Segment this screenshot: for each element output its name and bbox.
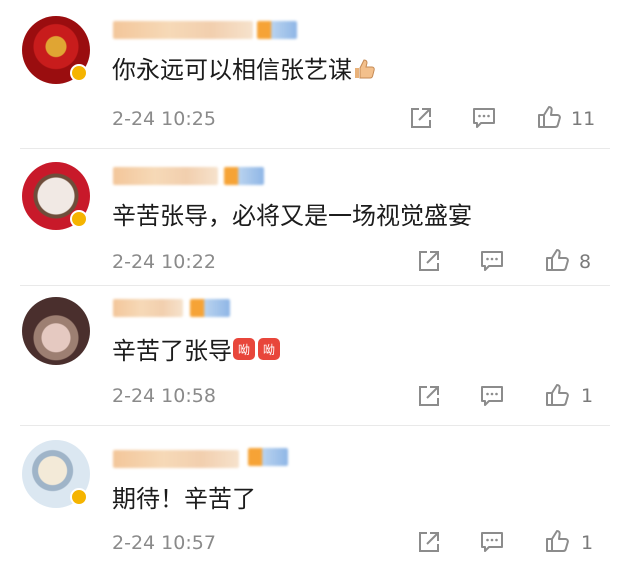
share-icon [419,532,439,552]
comment-button[interactable] [479,248,505,274]
comment-text: 辛苦张导，必将又是一场视觉盛宴 [112,202,472,230]
like-count: 1 [581,532,594,554]
username-redacted[interactable] [113,167,218,185]
username-redacted[interactable] [113,450,239,468]
share-icon [419,251,439,271]
like-button[interactable] [544,382,570,408]
username-redacted[interactable] [113,21,253,39]
avatar[interactable] [22,297,90,365]
cry-emoji-icon: 呦呦 [232,337,282,367]
comment-text: 辛苦了张导 呦呦 [112,337,282,367]
like-count: 8 [579,251,592,273]
thumbs-up-emoji-icon [352,58,376,86]
svg-text:呦: 呦 [238,343,250,357]
like-count: 1 [581,385,594,407]
share-button[interactable] [416,383,442,409]
comment-item: 辛苦张导，必将又是一场视觉盛宴 2-24 10:22 8 [0,150,640,290]
comment-button[interactable] [479,529,505,555]
comment-icon [481,251,503,271]
verified-badge-icon [70,488,88,506]
divider [20,148,610,149]
like-button[interactable] [536,104,562,130]
like-icon [546,249,569,271]
svg-text:呦: 呦 [263,343,275,357]
username-redacted[interactable] [113,299,183,317]
comment-timestamp: 2-24 10:22 [112,251,216,273]
comment-button[interactable] [479,383,505,409]
divider [20,425,610,426]
share-button[interactable] [416,248,442,274]
like-icon [538,106,561,128]
comment-timestamp: 2-24 10:58 [112,385,216,407]
comment-timestamp: 2-24 10:25 [112,108,216,130]
share-button[interactable] [408,105,434,131]
comment-item: 你永远可以相信张艺谋 2-24 10:25 11 [0,0,640,150]
verified-badge-icon [70,64,88,82]
user-badge-icon [248,448,288,466]
comment-timestamp: 2-24 10:57 [112,532,216,554]
like-button[interactable] [544,247,570,273]
verified-badge-icon [70,210,88,228]
comment-icon [481,386,503,406]
comment-text: 你永远可以相信张艺谋 [112,56,376,86]
user-badge-icon [190,299,230,317]
share-icon [411,108,431,128]
share-icon [419,386,439,406]
user-badge-icon [257,21,297,39]
divider [20,285,610,286]
comment-item: 辛苦了张导 呦呦 2-24 10:58 1 [0,287,640,425]
share-button[interactable] [416,529,442,555]
user-badge-icon [224,167,264,185]
comment-icon [473,108,495,128]
comment-icon [481,532,503,552]
like-icon [546,384,569,406]
like-button[interactable] [544,528,570,554]
comment-button[interactable] [471,105,497,131]
like-icon [546,530,569,552]
comment-item: 期待！辛苦了 2-24 10:57 1 [0,428,640,572]
comment-text: 期待！辛苦了 [112,485,256,513]
like-count: 11 [571,108,596,130]
